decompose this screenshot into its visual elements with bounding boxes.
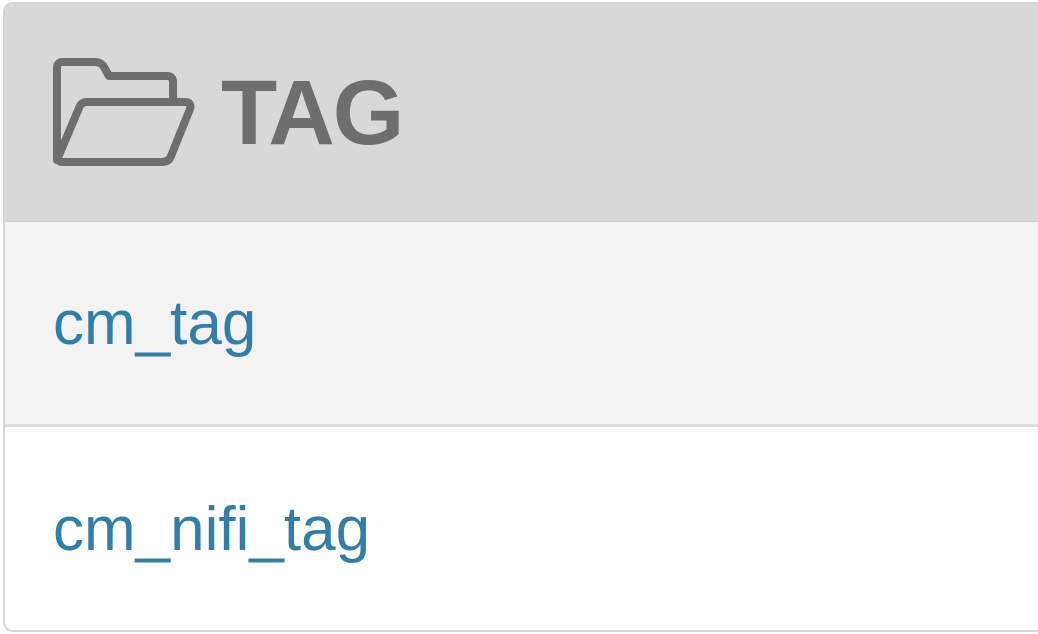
- tag-link-cm-tag[interactable]: cm_tag: [5, 222, 1038, 427]
- panel-title: TAG: [221, 61, 404, 164]
- tag-list: cm_tag cm_nifi_tag: [5, 222, 1038, 630]
- folder-open-icon: [49, 57, 197, 168]
- tag-link-cm-nifi-tag[interactable]: cm_nifi_tag: [5, 427, 1038, 630]
- tag-panel: TAG cm_tag cm_nifi_tag: [3, 2, 1038, 632]
- panel-header: TAG: [5, 4, 1038, 222]
